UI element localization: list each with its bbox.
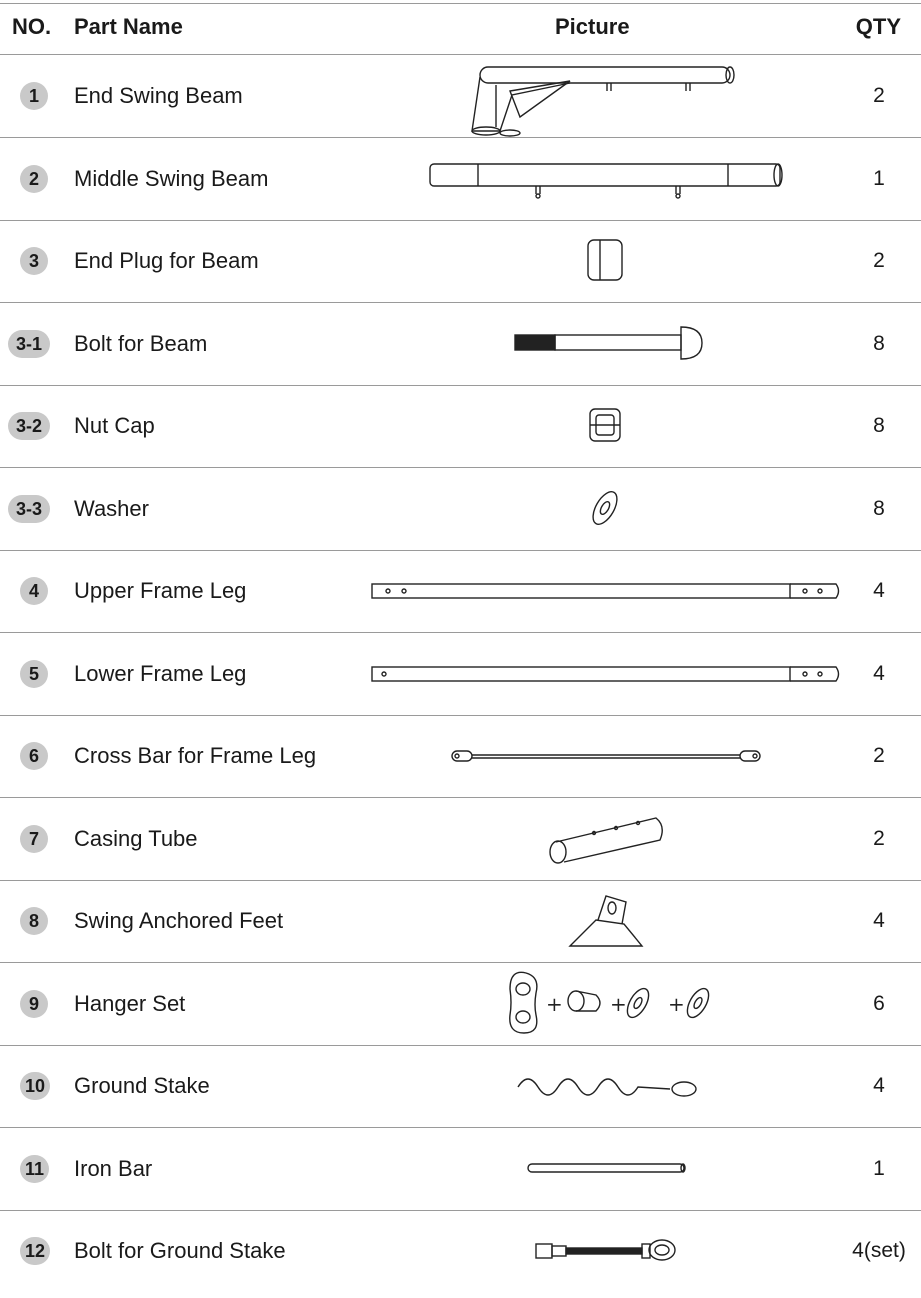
- svg-text:+: +: [546, 992, 563, 1016]
- part-qty: 4: [873, 579, 885, 603]
- part-number-badge: 5: [20, 659, 48, 688]
- part-name: Washer: [74, 495, 149, 521]
- part-number-badge: 6: [20, 742, 48, 771]
- anchored-feet-icon: [360, 880, 850, 962]
- washer-icon: [360, 468, 850, 550]
- lower-frame-leg-icon: [360, 633, 850, 715]
- part-name: Cross Bar for Frame Leg: [74, 743, 317, 769]
- part-number-badge: 10: [20, 1072, 51, 1101]
- part-qty: 4: [873, 661, 885, 685]
- part-name: Iron Bar: [74, 1155, 153, 1181]
- ground-stake-bolt-icon: [360, 1210, 850, 1292]
- part-number-badge: 2: [20, 164, 48, 193]
- hanger-set-icon: + + +: [360, 963, 850, 1045]
- table-row: 3-2 Nut Cap 8: [0, 385, 921, 468]
- table-row: 1 End Swing Beam 2: [0, 55, 921, 138]
- part-qty: 2: [873, 84, 885, 108]
- table-body: 1 End Swing Beam 2 2 Middle Swing Beam 1 3 En…: [0, 55, 921, 1293]
- table-row: 4 Upper Frame Leg 4: [0, 550, 921, 633]
- part-number-badge: 8: [20, 907, 48, 936]
- part-qty: 2: [873, 826, 885, 850]
- header-qty: QTY: [855, 14, 901, 39]
- part-name: Hanger Set: [74, 990, 186, 1016]
- part-name: Bolt for Ground Stake: [74, 1238, 286, 1264]
- part-qty: 8: [873, 414, 885, 438]
- header-picture: Picture: [555, 14, 630, 39]
- table-row: 3-1 Bolt for Beam 8: [0, 303, 921, 386]
- table-row: 5 Lower Frame Leg 4: [0, 633, 921, 716]
- part-name: Bolt for Beam: [74, 330, 208, 356]
- table-row: 12 Bolt for Ground Stake 4(set): [0, 1210, 921, 1293]
- table-row: 7 Casing Tube 2: [0, 798, 921, 881]
- middle-swing-beam-icon: [360, 138, 850, 220]
- part-qty: 2: [873, 249, 885, 273]
- part-name: End Plug for Beam: [74, 248, 259, 274]
- part-qty: 4(set): [852, 1239, 906, 1263]
- table-row: 9 Hanger Set + + + 6: [0, 963, 921, 1046]
- bolt-icon: [360, 303, 850, 385]
- part-name: Ground Stake: [74, 1073, 210, 1099]
- part-name: Swing Anchored Feet: [74, 908, 284, 934]
- iron-bar-icon: [360, 1128, 850, 1210]
- part-qty: 2: [873, 744, 885, 768]
- table-row: 6 Cross Bar for Frame Leg 2: [0, 715, 921, 798]
- end-plug-icon: [360, 220, 850, 302]
- header-no: NO.: [12, 14, 52, 39]
- part-name: End Swing Beam: [74, 83, 243, 109]
- svg-text:+: +: [668, 992, 685, 1016]
- header-part-name: Part Name: [74, 14, 183, 39]
- part-name: Casing Tube: [74, 825, 198, 851]
- table-header: NO. Part Name Picture QTY: [0, 0, 921, 55]
- part-qty: 4: [873, 1074, 885, 1098]
- table-row: 8 Swing Anchored Feet 4: [0, 880, 921, 963]
- part-qty: 4: [873, 909, 885, 933]
- part-qty: 1: [873, 1156, 885, 1180]
- part-name: Lower Frame Leg: [74, 660, 247, 686]
- part-number-badge: 4: [20, 577, 48, 606]
- part-name: Upper Frame Leg: [74, 578, 247, 604]
- part-qty: 8: [873, 496, 885, 520]
- svg-text:+: +: [610, 992, 627, 1016]
- part-number-badge: 3-1: [8, 329, 51, 358]
- ground-stake-icon: [360, 1045, 850, 1127]
- part-number-badge: 1: [20, 82, 48, 111]
- part-number-badge: 7: [20, 824, 48, 853]
- part-name: Nut Cap: [74, 413, 155, 439]
- upper-frame-leg-icon: [360, 550, 850, 632]
- part-number-badge: 3-3: [8, 494, 51, 523]
- table-row: 10 Ground Stake 4: [0, 1045, 921, 1128]
- part-number-badge: 9: [20, 989, 48, 1018]
- cross-bar-icon: [360, 715, 850, 797]
- table-row: 11 Iron Bar 1: [0, 1128, 921, 1211]
- header-top-rule: [0, 3, 921, 4]
- table-row: 2 Middle Swing Beam 1: [0, 138, 921, 221]
- part-number-badge: 11: [20, 1154, 50, 1183]
- end-swing-beam-icon: [360, 55, 850, 137]
- nut-cap-icon: [360, 385, 850, 467]
- part-qty: 6: [873, 991, 885, 1015]
- part-number-badge: 3-2: [8, 412, 51, 441]
- part-qty: 1: [873, 166, 885, 190]
- part-number-badge: 12: [20, 1237, 51, 1266]
- casing-tube-icon: [360, 798, 850, 880]
- table-row: 3-3 Washer 8: [0, 468, 921, 551]
- part-qty: 8: [873, 331, 885, 355]
- part-name: Middle Swing Beam: [74, 165, 269, 191]
- parts-list-table: NO. Part Name Picture QTY 1 End Swing Bea…: [0, 0, 921, 1293]
- part-number-badge: 3: [20, 247, 48, 276]
- table-row: 3 End Plug for Beam 2: [0, 220, 921, 303]
